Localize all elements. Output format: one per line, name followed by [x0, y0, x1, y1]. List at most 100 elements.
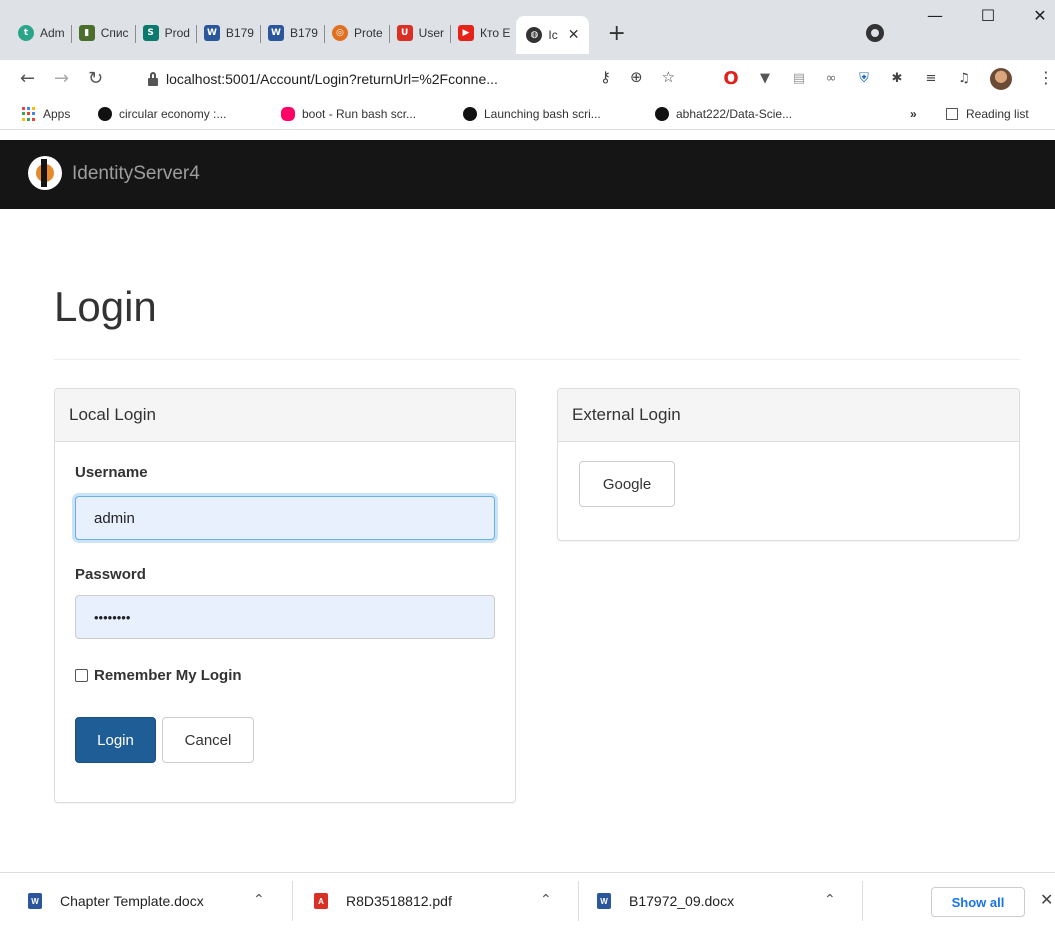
- identityserver-logo-icon[interactable]: [28, 156, 62, 190]
- media-queue-icon[interactable]: ≡: [922, 69, 940, 87]
- tab-b179-2[interactable]: W B179: [260, 16, 325, 50]
- tab-label: Prod: [164, 26, 190, 40]
- close-tab-icon[interactable]: ✕: [568, 27, 580, 43]
- chevron-up-icon[interactable]: ⌃: [540, 892, 552, 908]
- tab-label: Prote: [353, 26, 383, 40]
- remember-checkbox[interactable]: [75, 669, 88, 682]
- tab-label: Adm: [40, 26, 65, 40]
- password-value: ••••••••: [94, 609, 131, 625]
- media-icon[interactable]: ♫: [955, 69, 973, 87]
- download-item-chapter-template[interactable]: W Chapter Template.docx: [28, 873, 204, 929]
- download-divider: [292, 881, 293, 921]
- browser-toolbar: ← → ↻ localhost:5001/Account/Login?retur…: [0, 60, 1055, 100]
- protect-icon: ◎: [331, 25, 348, 41]
- bookmark-boot[interactable]: boot - Run bash scr...: [281, 107, 416, 121]
- browser-tab-strip: t Adm ▮ Спис S Prod W B179 W B179 ◎ Prot…: [0, 0, 1055, 67]
- page-title: Login: [54, 283, 157, 330]
- tab-label: User: [418, 26, 445, 40]
- username-input[interactable]: admin: [75, 496, 495, 540]
- local-login-panel: Local Login Username admin Password ••••…: [54, 388, 516, 803]
- cancel-button[interactable]: Cancel: [162, 717, 254, 763]
- sharepoint-icon: S: [142, 25, 159, 41]
- tab-spisok[interactable]: ▮ Спис: [71, 16, 136, 50]
- address-bar-actions: ⚷ ⊕ ☆: [600, 68, 675, 86]
- apps-grid-icon: [22, 107, 36, 121]
- profile-avatar[interactable]: [990, 68, 1012, 90]
- word-icon: W: [203, 25, 220, 41]
- url-text: localhost:5001/Account/Login?returnUrl=%…: [166, 71, 498, 87]
- google-login-button[interactable]: Google: [579, 461, 675, 507]
- pdf-icon: A: [314, 893, 328, 909]
- chevron-up-icon[interactable]: ⌃: [824, 892, 836, 908]
- local-login-heading: Local Login: [55, 389, 515, 442]
- password-label: Password: [75, 566, 146, 583]
- close-download-bar-icon[interactable]: ✕: [1040, 890, 1053, 909]
- tab-identityserver-active[interactable]: ◍ Ic ✕: [516, 16, 590, 54]
- vue-devtools-icon[interactable]: ▼: [756, 69, 774, 87]
- tab-label: Кто Е: [480, 26, 511, 40]
- close-window-button[interactable]: ✕: [1020, 6, 1055, 25]
- tab-label: B179: [225, 26, 254, 40]
- word-document-icon: W: [28, 893, 42, 909]
- word-icon: W: [267, 25, 284, 41]
- minimize-button[interactable]: —: [915, 6, 955, 25]
- forward-arrow-icon[interactable]: →: [54, 68, 69, 89]
- tab-youtube[interactable]: ▶ Кто Е: [450, 16, 516, 50]
- tab-user[interactable]: U User: [389, 16, 452, 50]
- teal-circle-icon: t: [18, 25, 34, 41]
- bookmark-apps[interactable]: Apps: [22, 107, 70, 121]
- download-divider: [862, 881, 863, 921]
- youtube-icon: ▶: [458, 25, 475, 41]
- reading-list-icon: [946, 108, 958, 120]
- login-button[interactable]: Login: [75, 717, 156, 763]
- chart-icon: ▮: [78, 25, 95, 41]
- reload-icon[interactable]: ↻: [88, 68, 103, 89]
- flower-icon: [281, 107, 295, 121]
- github-icon: [463, 107, 477, 121]
- title-divider: [54, 359, 1020, 360]
- show-all-downloads-button[interactable]: Show all: [931, 887, 1025, 917]
- tab-prod[interactable]: S Prod: [135, 16, 197, 50]
- bookmark-star-icon[interactable]: ☆: [662, 68, 675, 86]
- download-divider: [578, 881, 579, 921]
- zoom-icon[interactable]: ⊕: [630, 68, 643, 86]
- brand-name[interactable]: IdentityServer4: [72, 163, 200, 185]
- lock-icon: [148, 72, 158, 86]
- key-icon[interactable]: ⚷: [600, 68, 611, 86]
- tab-b179-1[interactable]: W B179: [196, 16, 261, 50]
- u-icon: U: [396, 25, 413, 41]
- download-item-b17972[interactable]: W B17972_09.docx: [597, 873, 734, 929]
- kebab-menu-icon[interactable]: ⋮: [1038, 68, 1054, 87]
- remember-login[interactable]: Remember My Login: [75, 667, 242, 684]
- download-item-pdf[interactable]: A R8D3518812.pdf: [314, 873, 452, 929]
- chevron-up-icon[interactable]: ⌃: [253, 892, 265, 908]
- tab-label: B179: [289, 26, 318, 40]
- username-value: admin: [94, 509, 135, 527]
- download-bar: W Chapter Template.docx ⌃ A R8D3518812.p…: [0, 872, 1055, 928]
- more-bookmarks-button[interactable]: »: [910, 107, 917, 121]
- back-arrow-icon[interactable]: ←: [20, 68, 35, 89]
- username-label: Username: [75, 464, 148, 481]
- puzzle-icon[interactable]: ✱: [888, 69, 906, 87]
- tab-search-icon[interactable]: [866, 24, 884, 42]
- new-tab-button[interactable]: +: [607, 21, 625, 46]
- reading-list-button[interactable]: Reading list: [946, 107, 1029, 121]
- maximize-button[interactable]: ☐: [968, 6, 1008, 25]
- external-login-heading: External Login: [558, 389, 1019, 442]
- tab-list: t Adm ▮ Спис S Prod W B179 W B179 ◎ Prot…: [10, 14, 626, 54]
- extension-icon[interactable]: ▤: [790, 69, 808, 87]
- globe-icon: ◍: [526, 27, 543, 43]
- word-document-icon: W: [597, 893, 611, 909]
- tab-label: Ic: [548, 28, 558, 42]
- shield-icon[interactable]: ⛨: [855, 69, 873, 87]
- tab-protect[interactable]: ◎ Prote: [324, 16, 390, 50]
- opera-icon[interactable]: O: [722, 68, 740, 89]
- bookmarks-bar: Apps circular economy :... boot - Run ba…: [0, 100, 1055, 130]
- bookmark-data-science[interactable]: abhat222/Data-Scie...: [655, 107, 792, 121]
- bookmark-launching-bash[interactable]: Launching bash scri...: [463, 107, 601, 121]
- tab-admin[interactable]: t Adm: [10, 16, 72, 50]
- bookmark-circular-economy[interactable]: circular economy :...: [98, 107, 226, 121]
- password-input[interactable]: ••••••••: [75, 595, 495, 639]
- tab-label: Спис: [100, 26, 129, 40]
- glasses-icon[interactable]: ∞: [822, 69, 840, 87]
